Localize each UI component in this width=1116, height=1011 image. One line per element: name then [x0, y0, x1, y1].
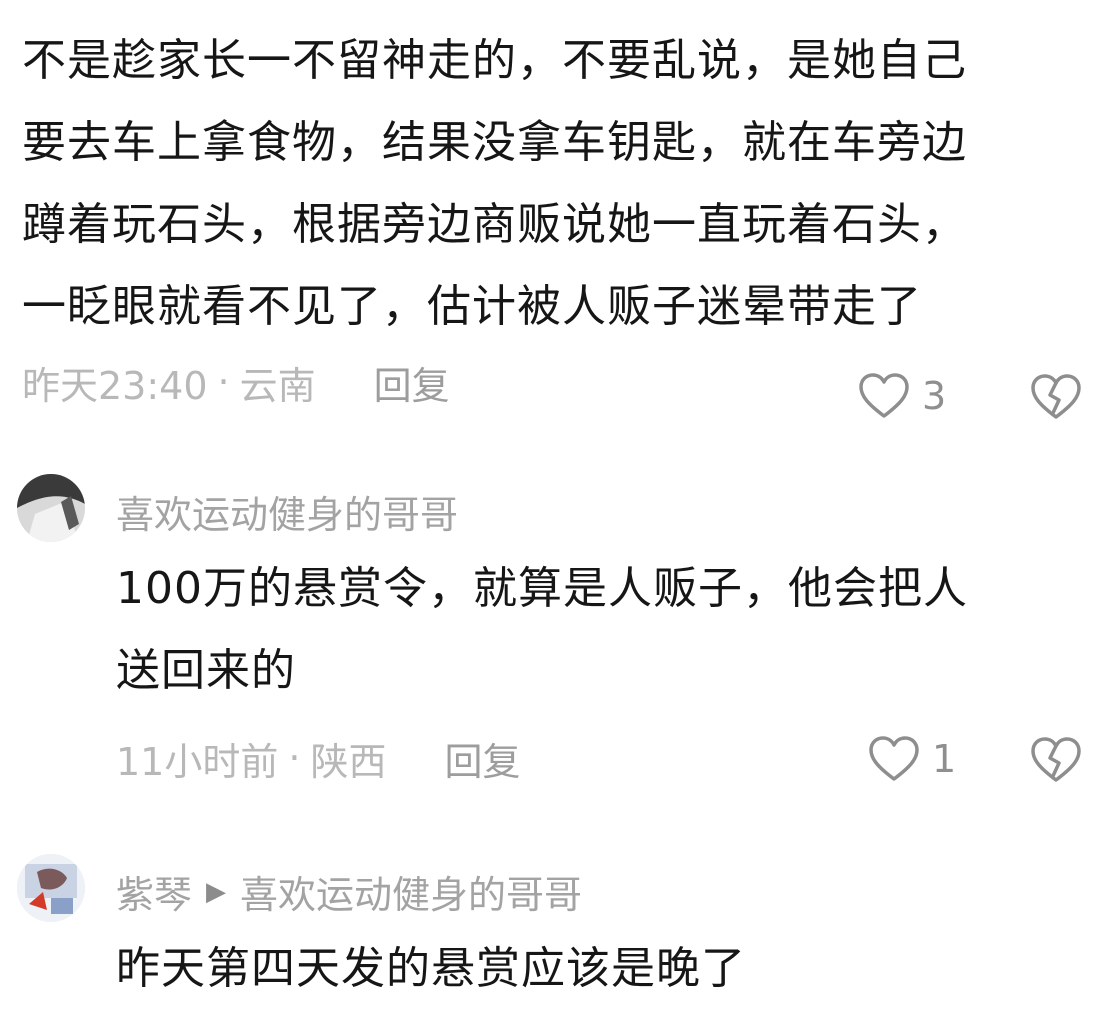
like-count: 3 — [922, 374, 947, 418]
comment-location: 云南 — [239, 363, 316, 408]
reply-location: 陕西 — [310, 739, 387, 784]
like-group: 3 — [858, 372, 946, 420]
reply-author-line: 紫琴 ▶ 喜欢运动健身的哥哥 — [116, 864, 582, 919]
reply-to-author[interactable]: 喜欢运动健身的哥哥 — [240, 864, 582, 919]
comment-time: 昨天23:40 — [22, 363, 208, 408]
reply-author[interactable]: 喜欢运动健身的哥哥 — [116, 484, 458, 539]
reply-time: 11小时前 — [116, 739, 279, 784]
like-group: 1 — [868, 735, 956, 783]
meta-separator: · — [217, 360, 230, 404]
heart-outline-icon[interactable] — [858, 372, 910, 420]
avatar[interactable] — [17, 474, 85, 542]
reply-item: 紫琴 ▶ 喜欢运动健身的哥哥 昨天第四天发的悬赏应该是晚了 — [0, 850, 1116, 1011]
reply-button[interactable]: 回复 — [374, 355, 450, 410]
root-comment: 不是趁家长一不留神走的，不要乱说，是她自己 要去车上拿食物，结果没拿车钥匙，就在… — [22, 20, 1097, 412]
heart-outline-icon[interactable] — [868, 735, 920, 783]
meta-separator: · — [288, 736, 301, 780]
reply-text: 100万的悬赏令，就算是人贩子，他会把人 送回来的 — [116, 563, 968, 696]
avatar[interactable] — [17, 854, 85, 922]
like-count: 1 — [932, 737, 957, 781]
reply-button[interactable]: 回复 — [444, 731, 520, 786]
reply-author-line: 喜欢运动健身的哥哥 — [116, 484, 458, 539]
avatar-image — [17, 474, 85, 542]
reply-text: 昨天第四天发的悬赏应该是晚了 — [116, 943, 746, 994]
broken-heart-icon[interactable] — [1030, 373, 1082, 421]
comment-text: 不是趁家长一不留神走的，不要乱说，是她自己 要去车上拿食物，结果没拿车钥匙，就在… — [22, 35, 967, 332]
broken-heart-icon[interactable] — [1030, 736, 1082, 784]
reply-author[interactable]: 紫琴 — [116, 864, 192, 919]
avatar-image — [17, 854, 85, 922]
triangle-right-icon: ▶ — [206, 876, 227, 907]
